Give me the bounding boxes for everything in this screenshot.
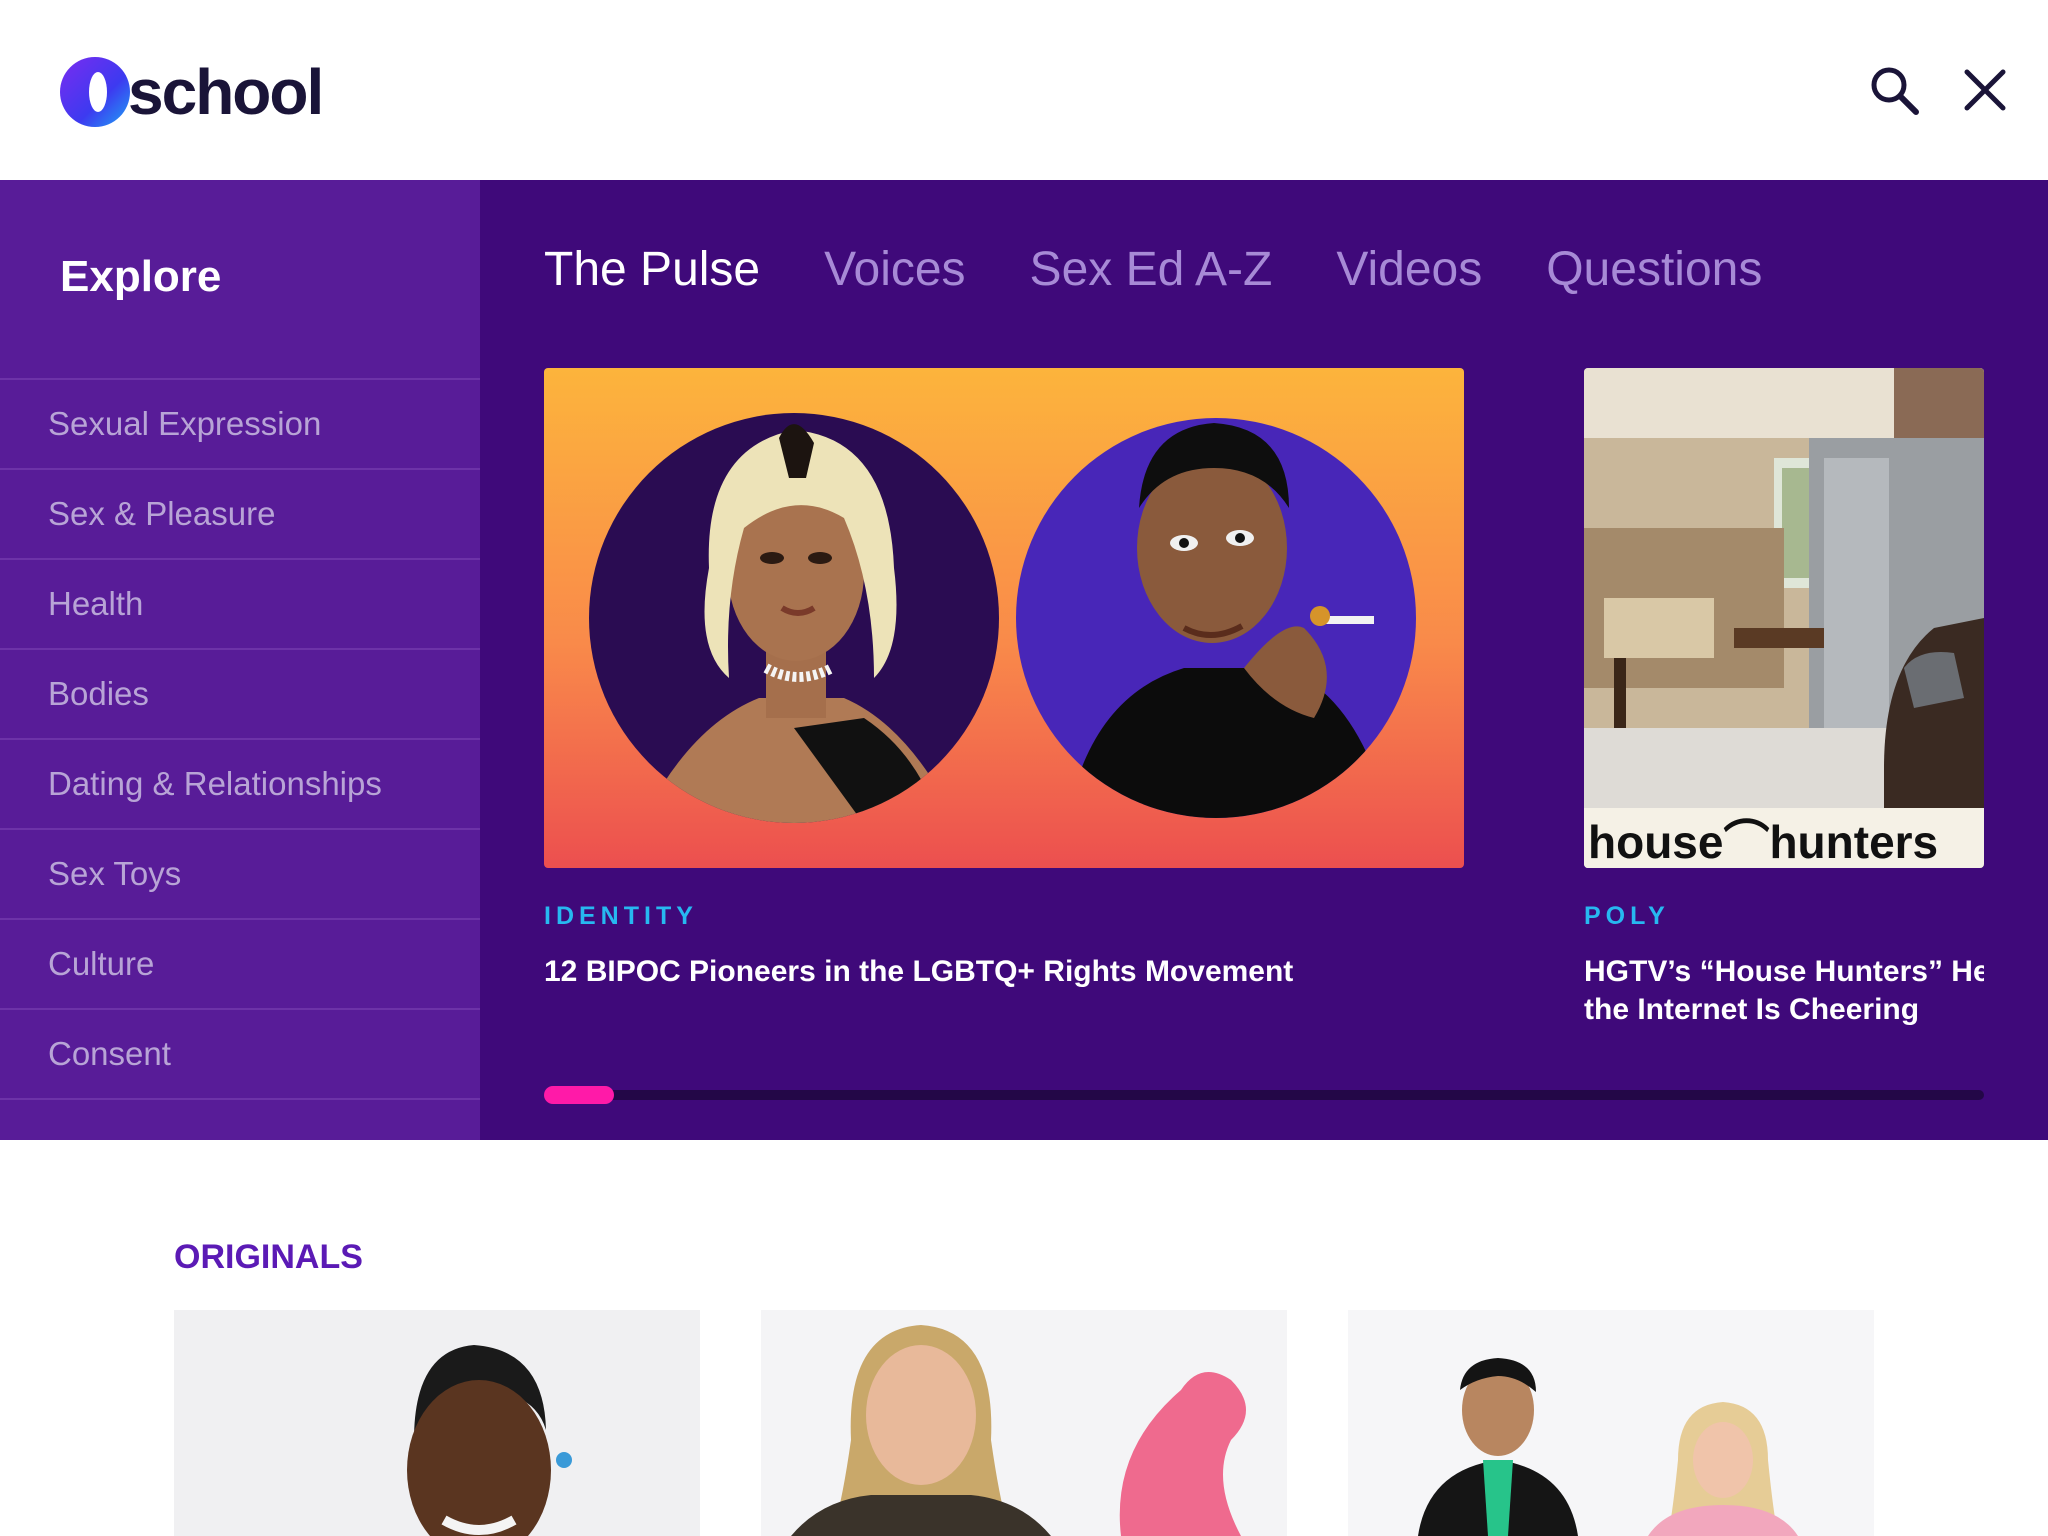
article-title-line: the Internet Is Cheering [1584,993,1920,1026]
original-video-card[interactable] [761,1310,1287,1536]
tab-sex-ed-a-z[interactable]: Sex Ed A-Z [1030,242,1273,297]
house-hunters-logo-text: house⌒hunters [1588,816,1938,868]
tab-questions[interactable]: Questions [1546,242,1762,297]
sidebar-item-dating-relationships[interactable]: Dating & Relationships [0,740,480,830]
logo-text: school [128,56,324,128]
site-header: school [0,0,2048,180]
sidebar-item-bodies[interactable]: Bodies [0,650,480,740]
tab-voices[interactable]: Voices [824,242,965,297]
article-image[interactable]: house⌒hunters [1584,368,1984,868]
sidebar-item-health[interactable]: Health [0,560,480,650]
section-tabs: The Pulse Voices Sex Ed A-Z Videos Quest… [544,242,1826,297]
logo-mark-icon [60,57,130,127]
article-image[interactable] [544,368,1464,868]
pioneers-illustration [544,368,1464,868]
original-thumbnail [1348,1310,1874,1536]
carousel-scrollbar[interactable] [544,1086,1984,1104]
original-thumbnail [761,1310,1287,1536]
explore-sidebar: Explore Sexual Expression Sex & Pleasure… [0,180,480,1140]
tab-the-pulse[interactable]: The Pulse [544,242,760,297]
article-card[interactable]: house⌒hunters POLY HGTV’s “House Hunters… [1584,368,1984,1088]
sidebar-list: Sexual Expression Sex & Pleasure Health … [0,378,480,1100]
sidebar-item-culture[interactable]: Culture [0,920,480,1010]
explore-menu: Explore Sexual Expression Sex & Pleasure… [0,180,2048,1140]
article-category[interactable]: IDENTITY [544,902,1464,931]
original-video-card[interactable] [1348,1310,1874,1536]
article-title[interactable]: HGTV’s “House Hunters” He the Internet I… [1584,953,1984,1029]
sidebar-item-sexual-expression[interactable]: Sexual Expression [0,380,480,470]
sidebar-item-consent[interactable]: Consent [0,1010,480,1100]
carousel-scrollbar-thumb[interactable] [544,1086,614,1104]
close-icon[interactable] [1957,62,2013,118]
site-logo[interactable]: school [58,55,324,129]
article-title-line: HGTV’s “House Hunters” He [1584,955,1984,988]
sidebar-item-sex-toys[interactable]: Sex Toys [0,830,480,920]
sidebar-item-sex-pleasure[interactable]: Sex & Pleasure [0,470,480,560]
article-category[interactable]: POLY [1584,902,1984,931]
originals-heading: ORIGINALS [174,1238,363,1276]
article-card[interactable]: IDENTITY 12 BIPOC Pioneers in the LGBTQ+… [544,368,1464,991]
article-title[interactable]: 12 BIPOC Pioneers in the LGBTQ+ Rights M… [544,953,1464,991]
tab-videos[interactable]: Videos [1336,242,1482,297]
original-video-card[interactable] [174,1310,700,1536]
house-hunters-thumbnail: house⌒hunters [1584,368,1984,868]
search-icon[interactable] [1866,62,1922,118]
original-thumbnail [174,1310,700,1536]
sidebar-title: Explore [60,252,222,301]
